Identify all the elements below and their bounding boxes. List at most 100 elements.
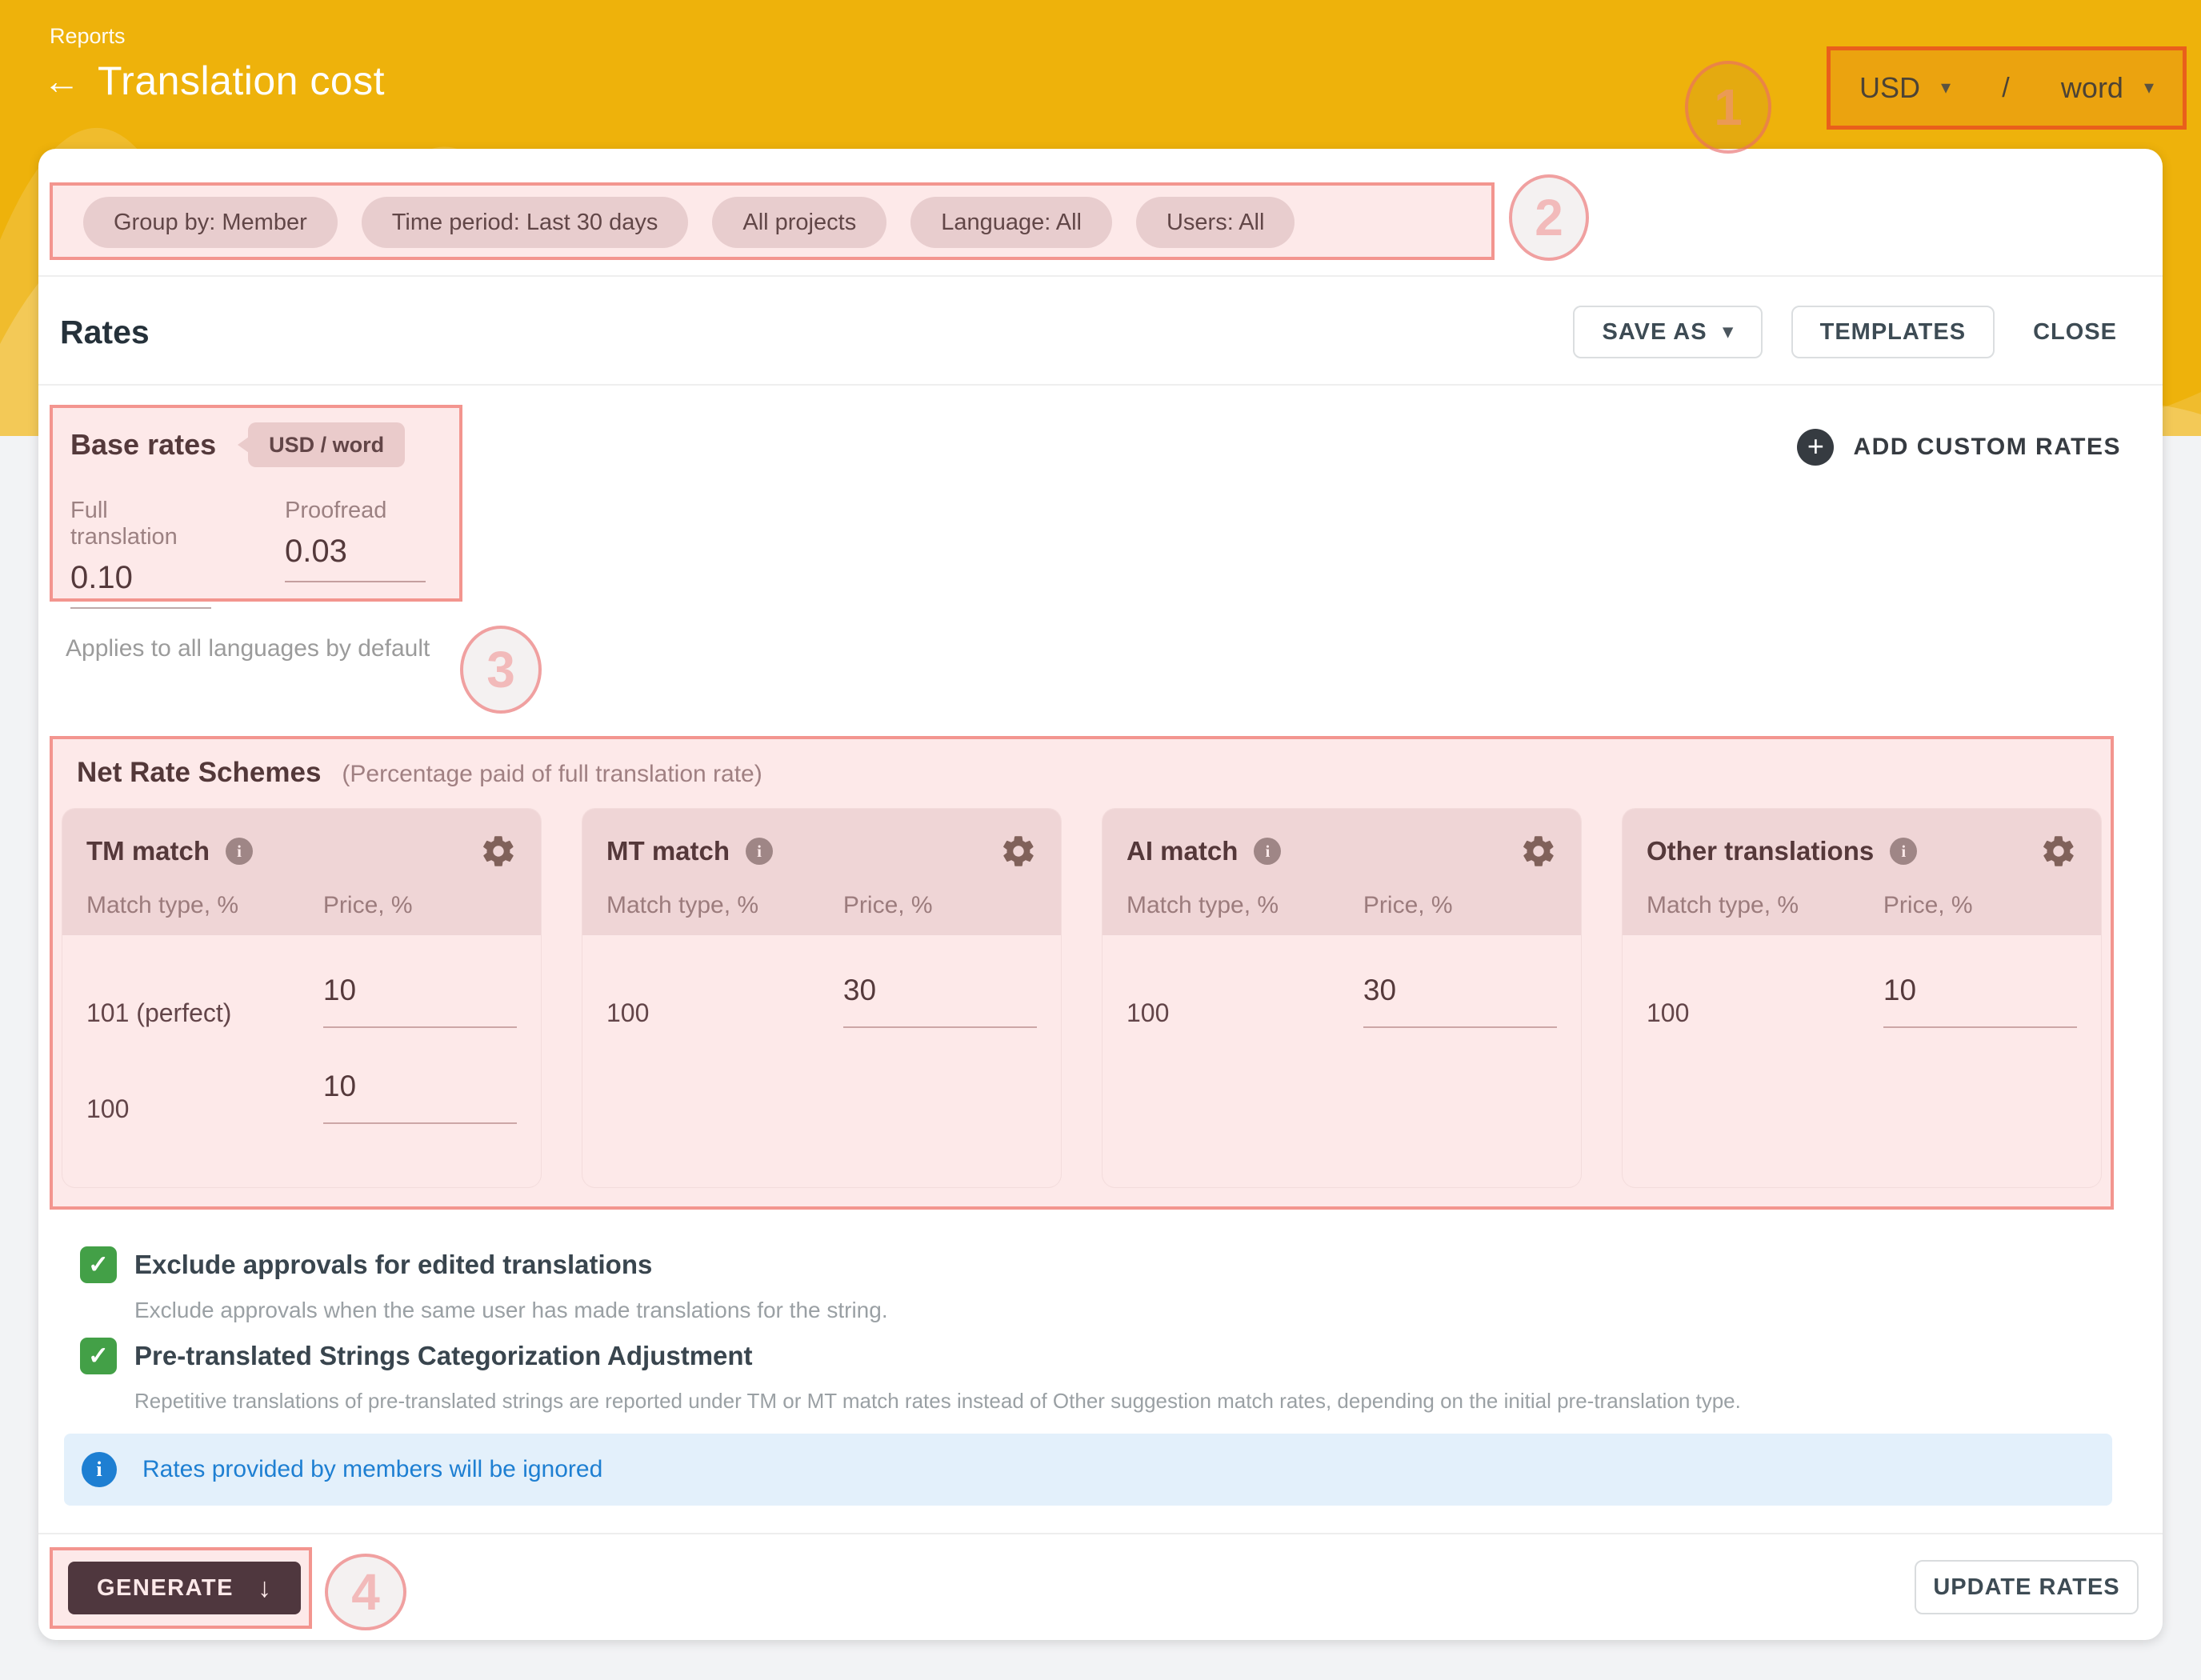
price-input[interactable]: 10 xyxy=(323,1070,517,1124)
rate-row: 100 10 xyxy=(86,1070,517,1124)
plus-icon: + xyxy=(1797,429,1834,466)
gear-icon[interactable] xyxy=(2040,833,2077,870)
generate-label: GENERATE xyxy=(97,1575,234,1602)
option-description: Repetitive translations of pre-translate… xyxy=(134,1389,1741,1414)
filter-chip-projects[interactable]: All projects xyxy=(712,197,886,248)
add-custom-rates-button[interactable]: + ADD CUSTOM RATES xyxy=(1797,429,2121,466)
save-as-button[interactable]: SAVE AS ▾ xyxy=(1573,306,1762,358)
breadcrumb[interactable]: Reports xyxy=(50,24,126,49)
filter-chip-group-by[interactable]: Group by: Member xyxy=(83,197,338,248)
rate-row: 101 (perfect) 10 xyxy=(86,974,517,1028)
unit-value: word xyxy=(2061,71,2123,105)
info-icon[interactable]: i xyxy=(746,838,773,865)
match-type-value: 100 xyxy=(1127,998,1363,1028)
info-icon[interactable]: i xyxy=(1890,838,1917,865)
match-type-value: 100 xyxy=(606,998,843,1028)
update-rates-button[interactable]: UPDATE RATES xyxy=(1915,1560,2139,1614)
match-type-column-label: Match type, % xyxy=(1647,892,1883,919)
filters-row: Group by: Member Time period: Last 30 da… xyxy=(83,197,1295,248)
proofread-input[interactable]: 0.03 xyxy=(285,534,426,582)
chevron-down-icon: ▾ xyxy=(1723,322,1734,342)
rate-row: 100 30 xyxy=(606,974,1037,1028)
price-input[interactable]: 10 xyxy=(1883,974,2077,1028)
chevron-down-icon: ▾ xyxy=(1941,78,1951,98)
rate-row: 100 10 xyxy=(1647,974,2077,1028)
ai-match-title: AI match xyxy=(1127,836,1238,866)
match-type-column-label: Match type, % xyxy=(606,892,843,919)
report-unit-selector: USD ▾ / word ▾ xyxy=(1827,46,2187,130)
info-banner-text: Rates provided by members will be ignore… xyxy=(142,1456,602,1483)
unit-separator: / xyxy=(2002,73,2009,104)
option-label: Pre-translated Strings Categorization Ad… xyxy=(134,1341,753,1371)
chevron-down-icon: ▾ xyxy=(2144,78,2154,98)
currency-value: USD xyxy=(1859,71,1920,105)
match-type-value: 100 xyxy=(1647,998,1883,1028)
proofread-field: Proofread 0.03 xyxy=(285,498,426,609)
divider xyxy=(38,275,2163,277)
rates-toolbar: Rates SAVE AS ▾ TEMPLATES CLOSE xyxy=(60,302,2127,362)
divider xyxy=(38,384,2163,386)
ai-match-card: AI match i Match type, % Price, % xyxy=(1103,809,1581,1187)
rate-scheme-cards: TM match i Match type, % Price, % xyxy=(62,809,2101,1187)
checkbox-checked[interactable]: ✓ xyxy=(80,1246,117,1283)
add-custom-rates-label: ADD CUSTOM RATES xyxy=(1853,434,2121,461)
net-rate-schemes-section: Net Rate Schemes (Percentage paid of ful… xyxy=(50,736,2114,1210)
option-label: Exclude approvals for edited translation… xyxy=(134,1250,652,1280)
price-input[interactable]: 30 xyxy=(1363,974,1557,1028)
proofread-label: Proofread xyxy=(285,498,426,524)
info-icon[interactable]: i xyxy=(1254,838,1281,865)
close-button[interactable]: CLOSE xyxy=(2023,306,2127,358)
report-settings-card: Group by: Member Time period: Last 30 da… xyxy=(38,149,2163,1640)
option-pretranslated-adjustment: ✓ Pre-translated Strings Categorization … xyxy=(80,1338,1741,1414)
filter-chip-language[interactable]: Language: All xyxy=(910,197,1112,248)
toolbar-buttons: SAVE AS ▾ TEMPLATES CLOSE xyxy=(1573,306,2127,358)
base-rates-unit-badge: USD / word xyxy=(248,422,405,467)
info-icon: i xyxy=(82,1452,117,1487)
back-arrow-icon[interactable]: ← xyxy=(43,62,80,99)
full-translation-label: Full translation xyxy=(70,498,211,550)
rates-heading: Rates xyxy=(60,314,150,351)
checkbox-checked[interactable]: ✓ xyxy=(80,1338,117,1374)
other-translations-title: Other translations xyxy=(1647,836,1874,866)
title-row: ← Translation cost xyxy=(43,58,385,104)
price-input[interactable]: 10 xyxy=(323,974,517,1028)
full-translation-input[interactable]: 0.10 xyxy=(70,560,211,609)
other-translations-card: Other translations i Match type, % Price… xyxy=(1623,809,2101,1187)
base-rates-note: Applies to all languages by default xyxy=(66,635,430,662)
base-rates-section: Base rates USD / word Full translation 0… xyxy=(50,405,462,602)
gear-icon[interactable] xyxy=(480,833,517,870)
page-title: Translation cost xyxy=(98,58,385,104)
rate-row: 100 30 xyxy=(1127,974,1557,1028)
unit-select[interactable]: word ▾ xyxy=(2061,71,2154,105)
tm-match-card: TM match i Match type, % Price, % xyxy=(62,809,541,1187)
tm-match-title: TM match xyxy=(86,836,210,866)
filter-chip-time-period[interactable]: Time period: Last 30 days xyxy=(362,197,689,248)
download-arrow-icon: ↓ xyxy=(258,1573,273,1604)
net-rate-schemes-subtitle: (Percentage paid of full translation rat… xyxy=(342,761,762,788)
info-icon[interactable]: i xyxy=(226,838,253,865)
templates-button[interactable]: TEMPLATES xyxy=(1791,306,1995,358)
match-type-column-label: Match type, % xyxy=(86,892,323,919)
base-rates-title: Base rates xyxy=(70,428,216,462)
save-as-label: SAVE AS xyxy=(1602,319,1707,346)
filter-chip-users[interactable]: Users: All xyxy=(1136,197,1295,248)
option-exclude-approvals: ✓ Exclude approvals for edited translati… xyxy=(80,1246,888,1323)
net-rate-schemes-title: Net Rate Schemes xyxy=(77,757,321,789)
currency-select[interactable]: USD ▾ xyxy=(1859,71,1951,105)
match-type-value: 101 (perfect) xyxy=(86,998,323,1028)
full-translation-field: Full translation 0.10 xyxy=(70,498,211,609)
option-description: Exclude approvals when the same user has… xyxy=(134,1298,888,1323)
price-column-label: Price, % xyxy=(1883,892,2077,919)
gear-icon[interactable] xyxy=(1520,833,1557,870)
generate-button[interactable]: GENERATE ↓ xyxy=(68,1562,301,1614)
price-input[interactable]: 30 xyxy=(843,974,1037,1028)
info-banner: i Rates provided by members will be igno… xyxy=(64,1434,2112,1506)
match-type-value: 100 xyxy=(86,1094,323,1124)
mt-match-card: MT match i Match type, % Price, % xyxy=(582,809,1061,1187)
price-column-label: Price, % xyxy=(843,892,1037,919)
match-type-column-label: Match type, % xyxy=(1127,892,1363,919)
price-column-label: Price, % xyxy=(323,892,517,919)
mt-match-title: MT match xyxy=(606,836,730,866)
gear-icon[interactable] xyxy=(1000,833,1037,870)
price-column-label: Price, % xyxy=(1363,892,1557,919)
